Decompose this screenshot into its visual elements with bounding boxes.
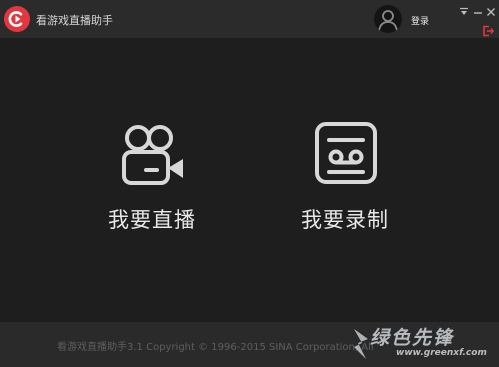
- watermark: 绿色先锋 www.greenxf.com: [350, 322, 499, 367]
- start-live-label: 我要直播: [108, 208, 196, 232]
- app-window: 看游戏直播助手 登录 我要直播 我要录制 看游戏直播助手3.1 Copyrigh…: [0, 0, 499, 367]
- start-live-button[interactable]: 我要直播: [87, 118, 217, 243]
- video-camera-icon: [120, 118, 186, 188]
- cassette-tape-icon: [313, 118, 379, 188]
- watermark-logo-icon: [352, 327, 370, 361]
- logout-icon[interactable]: [482, 22, 495, 37]
- copyright-text: 看游戏直播助手3.1 Copyright © 1996-2015 SINA Co…: [57, 342, 374, 353]
- start-recording-button[interactable]: 我要录制: [280, 118, 410, 243]
- avatar-icon[interactable]: [374, 5, 402, 33]
- watermark-url: www.greenxf.com: [396, 348, 487, 358]
- app-title: 看游戏直播助手: [36, 14, 113, 27]
- dropdown-arrow-icon[interactable]: [458, 2, 470, 15]
- start-recording-label: 我要录制: [301, 208, 389, 232]
- title-bar: 看游戏直播助手 登录: [0, 0, 499, 38]
- logo-icon: [4, 6, 30, 32]
- close-icon[interactable]: [485, 2, 497, 16]
- login-link[interactable]: 登录: [411, 14, 429, 27]
- watermark-text: 绿色先锋: [370, 327, 455, 349]
- minimize-icon[interactable]: [472, 2, 484, 14]
